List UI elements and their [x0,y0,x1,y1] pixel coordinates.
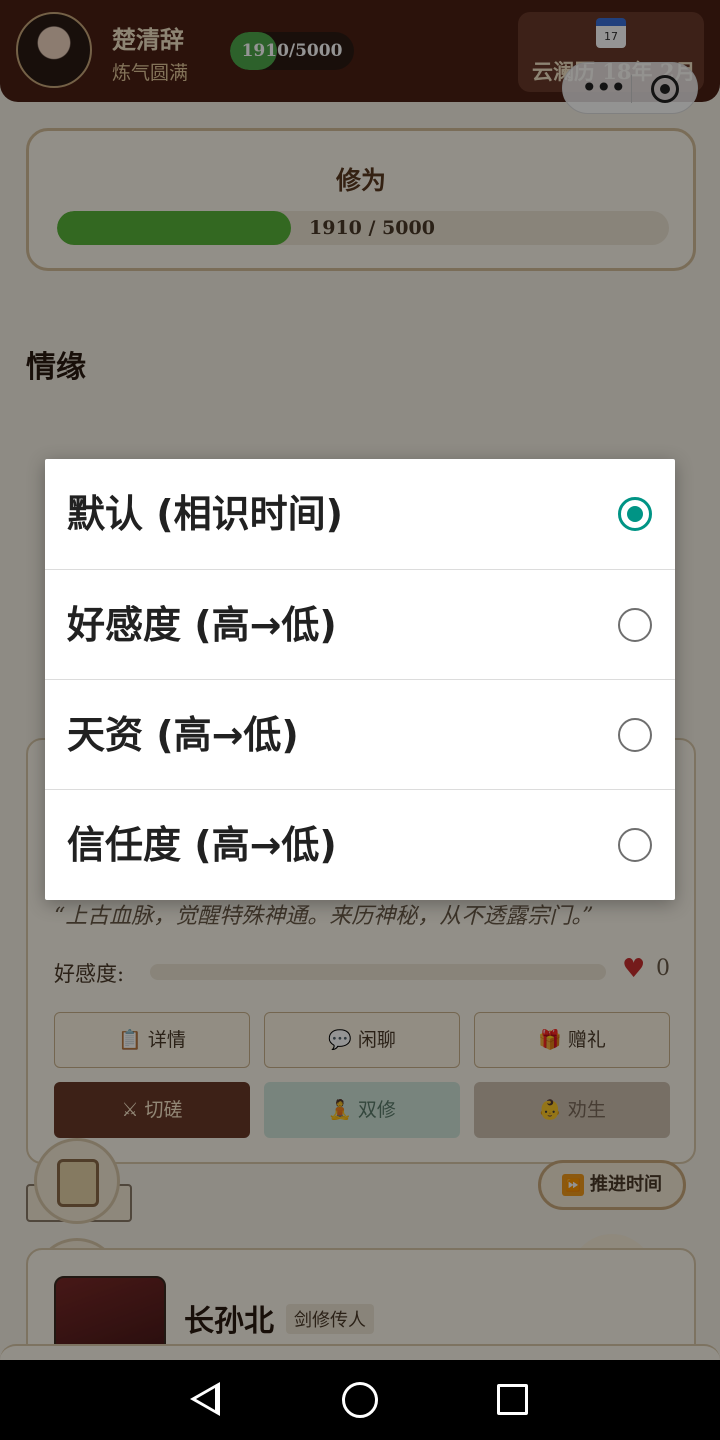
sort-option-label: 信任度 (高→低) [67,823,337,867]
system-navigation-bar [0,1360,720,1440]
home-icon[interactable] [342,1382,378,1418]
back-icon[interactable] [190,1382,220,1416]
sort-option-talent[interactable]: 天资 (高→低) [45,679,675,789]
sort-options-dialog: 默认 (相识时间) 好感度 (高→低) 天资 (高→低) 信任度 (高→低) [45,459,675,900]
sort-option-favor[interactable]: 好感度 (高→低) [45,569,675,679]
radio-button[interactable] [618,608,652,642]
sort-option-label: 好感度 (高→低) [67,603,337,647]
recent-apps-icon[interactable] [497,1384,528,1415]
radio-button[interactable] [618,718,652,752]
sort-option-label: 天资 (高→低) [67,713,299,757]
radio-dot [627,506,643,522]
radio-button[interactable] [618,497,652,531]
sort-option-label: 默认 (相识时间) [67,492,343,536]
radio-button[interactable] [618,828,652,862]
sort-option-trust[interactable]: 信任度 (高→低) [45,789,675,899]
sort-option-default[interactable]: 默认 (相识时间) [45,459,675,569]
